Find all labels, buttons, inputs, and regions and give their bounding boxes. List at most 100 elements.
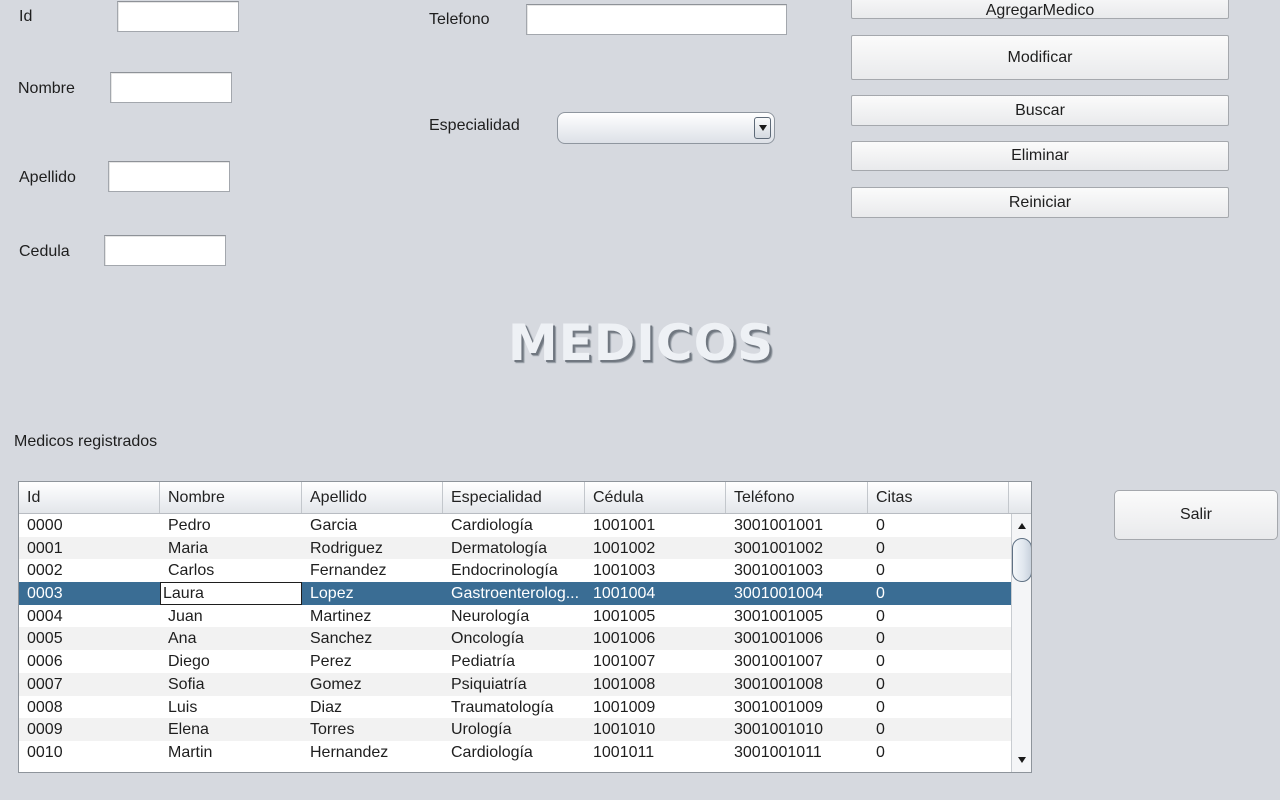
column-header-telefono[interactable]: Teléfono <box>726 482 868 513</box>
cell-cedula[interactable]: 1001001 <box>585 514 726 537</box>
cedula-field[interactable] <box>104 235 226 266</box>
cell-telefono[interactable]: 3001001011 <box>726 741 868 764</box>
cell-cedula[interactable]: 1001004 <box>585 582 726 605</box>
table-row[interactable]: 0003 Laura Lopez Gastroenterolog... 1001004 3… <box>19 582 1011 605</box>
cell-id[interactable]: 0007 <box>19 673 160 696</box>
cell-telefono[interactable]: 3001001002 <box>726 537 868 560</box>
cell-especialidad[interactable]: Urología <box>443 718 585 741</box>
cell-nombre[interactable]: Carlos <box>160 559 302 582</box>
cell-id[interactable]: 0001 <box>19 537 160 560</box>
telefono-field[interactable] <box>526 4 787 35</box>
cell-id[interactable]: 0010 <box>19 741 160 764</box>
cell-telefono[interactable]: 3001001006 <box>726 627 868 650</box>
cell-especialidad[interactable]: Traumatología <box>443 696 585 719</box>
table-row[interactable]: 0006 Diego Perez Pediatría 1001007 3001001007… <box>19 650 1011 673</box>
cell-especialidad[interactable]: Dermatología <box>443 537 585 560</box>
apellido-field[interactable] <box>108 161 230 192</box>
modificar-button[interactable]: Modificar <box>851 35 1229 80</box>
cell-telefono[interactable]: 3001001010 <box>726 718 868 741</box>
table-row[interactable]: 0010 Martin Hernandez Cardiología 1001011 300… <box>19 740 1011 764</box>
cell-citas[interactable]: 0 <box>868 673 1009 696</box>
cell-apellido[interactable]: Sanchez <box>302 627 443 650</box>
cell-id[interactable]: 0004 <box>19 605 160 628</box>
cell-id[interactable]: 0009 <box>19 718 160 741</box>
cell-nombre[interactable]: Ana <box>160 627 302 650</box>
cell-cedula[interactable]: 1001009 <box>585 696 726 719</box>
cell-apellido[interactable]: Martinez <box>302 605 443 628</box>
medicos-table[interactable]: Id Nombre Apellido Especialidad Cédula T… <box>18 481 1032 773</box>
nombre-field[interactable] <box>110 72 232 103</box>
cell-citas[interactable]: 0 <box>868 718 1009 741</box>
cell-citas[interactable]: 0 <box>868 627 1009 650</box>
cell-cedula[interactable]: 1001008 <box>585 673 726 696</box>
cell-cedula[interactable]: 1001010 <box>585 718 726 741</box>
table-row[interactable]: 0002 Carlos Fernandez Endocrinología 1001003… <box>19 559 1011 583</box>
cell-apellido[interactable]: Diaz <box>302 696 443 719</box>
cell-citas[interactable]: 0 <box>868 696 1009 719</box>
cell-apellido[interactable]: Perez <box>302 650 443 673</box>
especialidad-select[interactable] <box>557 112 775 144</box>
cell-citas[interactable]: 0 <box>868 650 1009 673</box>
cell-especialidad[interactable]: Oncología <box>443 627 585 650</box>
cell-nombre[interactable]: Laura <box>160 582 302 605</box>
cell-telefono[interactable]: 3001001004 <box>726 582 868 605</box>
column-header-nombre[interactable]: Nombre <box>160 482 302 513</box>
chevron-down-icon[interactable] <box>754 117 771 139</box>
cell-id[interactable]: 0002 <box>19 559 160 582</box>
arrow-down-icon[interactable] <box>1012 750 1031 770</box>
table-row[interactable]: 0007 Sofia Gomez Psiquiatría 1001008 30010010… <box>19 672 1011 696</box>
cell-especialidad[interactable]: Pediatría <box>443 650 585 673</box>
cell-telefono[interactable]: 3001001008 <box>726 673 868 696</box>
cell-nombre[interactable]: Pedro <box>160 514 302 537</box>
cell-especialidad[interactable]: Gastroenterolog... <box>443 582 585 605</box>
cell-cedula[interactable]: 1001007 <box>585 650 726 673</box>
agregar-medico-button[interactable]: AgregarMedico <box>851 0 1229 19</box>
eliminar-button[interactable]: Eliminar <box>851 141 1229 171</box>
cell-apellido[interactable]: Rodriguez <box>302 537 443 560</box>
cell-nombre[interactable]: Juan <box>160 605 302 628</box>
scrollbar-thumb[interactable] <box>1012 538 1031 582</box>
column-header-especialidad[interactable]: Especialidad <box>443 482 585 513</box>
cell-apellido[interactable]: Garcia <box>302 514 443 537</box>
table-row[interactable]: 0000 Pedro Garcia Cardiología 1001001 3001001… <box>19 514 1011 537</box>
cell-apellido[interactable]: Lopez <box>302 582 443 605</box>
cell-nombre[interactable]: Elena <box>160 718 302 741</box>
cell-apellido[interactable]: Gomez <box>302 673 443 696</box>
table-row[interactable]: 0004 Juan Martinez Neurología 1001005 3001001… <box>19 604 1011 628</box>
cell-nombre[interactable]: Diego <box>160 650 302 673</box>
cell-telefono[interactable]: 3001001001 <box>726 514 868 537</box>
table-row[interactable]: 0009 Elena Torres Urología 1001010 3001001010… <box>19 718 1011 741</box>
cell-apellido[interactable]: Hernandez <box>302 741 443 764</box>
cell-telefono[interactable]: 3001001003 <box>726 559 868 582</box>
cell-cedula[interactable]: 1001011 <box>585 741 726 764</box>
arrow-up-icon[interactable] <box>1012 516 1031 536</box>
cell-especialidad[interactable]: Endocrinología <box>443 559 585 582</box>
cell-cedula[interactable]: 1001005 <box>585 605 726 628</box>
reiniciar-button[interactable]: Reiniciar <box>851 187 1229 218</box>
cell-apellido[interactable]: Fernandez <box>302 559 443 582</box>
cell-telefono[interactable]: 3001001005 <box>726 605 868 628</box>
cell-especialidad[interactable]: Cardiología <box>443 514 585 537</box>
cell-apellido[interactable]: Torres <box>302 718 443 741</box>
cell-telefono[interactable]: 3001001007 <box>726 650 868 673</box>
cell-nombre[interactable]: Maria <box>160 537 302 560</box>
cell-cedula[interactable]: 1001003 <box>585 559 726 582</box>
cell-nombre[interactable]: Luis <box>160 696 302 719</box>
cell-citas[interactable]: 0 <box>868 582 1009 605</box>
table-row[interactable]: 0005 Ana Sanchez Oncología 1001006 3001001006… <box>19 627 1011 651</box>
cell-id[interactable]: 0005 <box>19 627 160 650</box>
vertical-scrollbar[interactable] <box>1011 514 1031 772</box>
column-header-cedula[interactable]: Cédula <box>585 482 726 513</box>
cell-id[interactable]: 0006 <box>19 650 160 673</box>
id-field[interactable] <box>117 1 239 32</box>
cell-especialidad[interactable]: Neurología <box>443 605 585 628</box>
cell-cedula[interactable]: 1001002 <box>585 537 726 560</box>
table-row[interactable]: 0001 Maria Rodriguez Dermatología 1001002 300… <box>19 536 1011 560</box>
column-header-id[interactable]: Id <box>19 482 160 513</box>
column-header-apellido[interactable]: Apellido <box>302 482 443 513</box>
salir-button[interactable]: Salir <box>1114 490 1278 540</box>
cell-nombre[interactable]: Sofia <box>160 673 302 696</box>
cell-id[interactable]: 0000 <box>19 514 160 537</box>
cell-citas[interactable]: 0 <box>868 741 1009 764</box>
column-header-citas[interactable]: Citas <box>868 482 1009 513</box>
